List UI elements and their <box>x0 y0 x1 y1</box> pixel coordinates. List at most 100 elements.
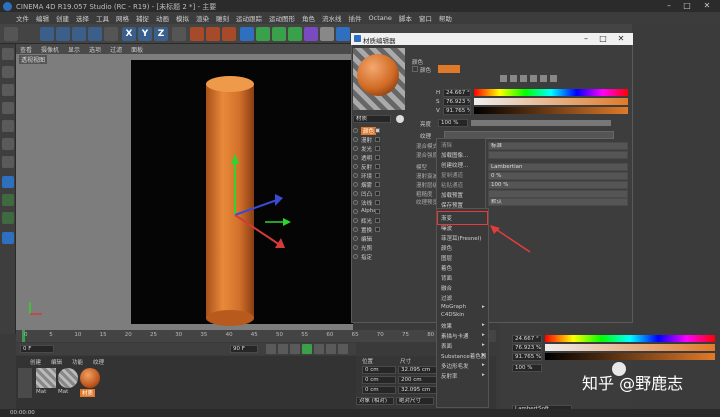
shader-menu-item[interactable]: 菲涅耳(Fresnel) <box>441 234 481 242</box>
attr-s-field[interactable]: 76.923 % <box>512 344 542 352</box>
property-field[interactable]: 默认 <box>488 198 628 206</box>
property-field[interactable]: 标准 <box>488 142 628 150</box>
minimize-button[interactable]: – <box>662 1 676 11</box>
property-field[interactable] <box>488 190 628 198</box>
saturation-slider[interactable] <box>474 98 628 105</box>
snap-icon[interactable] <box>2 212 14 224</box>
move-icon[interactable] <box>56 27 70 41</box>
brightness-field[interactable]: 100 % <box>438 119 468 127</box>
shader-menu-item[interactable]: 着色 <box>441 264 452 272</box>
enable-axis-icon[interactable] <box>2 176 14 188</box>
shader-menu-item[interactable]: 反射率 <box>441 372 458 380</box>
array-icon[interactable] <box>288 27 302 41</box>
channel-item[interactable]: 编辑 <box>361 235 372 243</box>
menu-character[interactable]: 角色 <box>302 13 315 23</box>
goto-start-icon[interactable] <box>266 344 276 354</box>
menu-sculpt[interactable]: 雕刻 <box>216 13 229 23</box>
camera-icon[interactable] <box>336 27 350 41</box>
material-menu-create[interactable]: 创建 <box>30 358 41 366</box>
dialog-minimize-button[interactable]: – <box>580 34 592 44</box>
render-view-icon[interactable] <box>190 27 204 41</box>
shader-menu-item[interactable]: 噪波 <box>441 224 452 232</box>
attr-v-field[interactable]: 91.765 % <box>512 353 542 361</box>
deformer-icon[interactable] <box>304 27 318 41</box>
menu-mograph[interactable]: 运动图形 <box>269 13 295 23</box>
channel-checkbox[interactable] <box>375 164 380 169</box>
render-settings-icon[interactable] <box>222 27 236 41</box>
attr-saturation-slider[interactable] <box>545 344 715 351</box>
shader-menu-item[interactable]: 表面 <box>441 342 452 350</box>
channel-item[interactable]: 指定 <box>361 253 372 261</box>
size-y-field[interactable]: 200 cm <box>398 376 438 384</box>
menu-animate[interactable]: 动画 <box>156 13 169 23</box>
channel-checkbox[interactable] <box>375 182 380 187</box>
coordinate-system-icon[interactable] <box>172 27 186 41</box>
y-axis-icon[interactable]: Y <box>138 27 152 41</box>
material-name-field[interactable]: 材质 <box>353 115 391 123</box>
channel-item[interactable]: 辉光 <box>361 217 372 225</box>
menu-edit[interactable]: 编辑 <box>36 13 49 23</box>
shader-menu-item[interactable]: 背面 <box>441 274 452 282</box>
menu-help[interactable]: 帮助 <box>439 13 452 23</box>
shader-menu-item[interactable]: MoGraph <box>441 304 466 310</box>
menu-simulate[interactable]: 模拟 <box>176 13 189 23</box>
menu-render[interactable]: 渲染 <box>196 13 209 23</box>
channel-item[interactable]: 烟雾 <box>361 181 372 189</box>
viewport-menu-display[interactable]: 显示 <box>68 45 80 54</box>
close-button[interactable]: ✕ <box>700 1 714 11</box>
prev-key-icon[interactable] <box>278 344 288 354</box>
channel-checkbox[interactable] <box>375 146 380 151</box>
channel-item[interactable]: 发光 <box>361 145 372 153</box>
viewport-menu-cameras[interactable]: 摄像机 <box>41 45 59 54</box>
pos-z-field[interactable]: 0 cm <box>362 386 396 394</box>
channel-item[interactable]: 光照 <box>361 244 372 252</box>
z-axis-icon[interactable]: Z <box>154 27 168 41</box>
make-editable-icon[interactable] <box>2 48 14 60</box>
x-axis-icon[interactable]: X <box>122 27 136 41</box>
size-x-field[interactable]: 32.095 cm <box>398 366 438 374</box>
subdivision-icon[interactable] <box>272 27 286 41</box>
menu-load-image[interactable]: 加载图像... <box>441 151 468 159</box>
attr-brightness-field[interactable]: 100 % <box>512 364 542 372</box>
menu-snap[interactable]: 捕捉 <box>136 13 149 23</box>
menu-mesh[interactable]: 网格 <box>116 13 129 23</box>
viewport-menu-view[interactable]: 查看 <box>20 45 32 54</box>
material-options-icon[interactable] <box>396 115 404 123</box>
size-mode-dropdown[interactable]: 绝对尺寸 <box>396 397 434 405</box>
viewport-menu-panel[interactable]: 面板 <box>131 45 143 54</box>
property-field[interactable]: 0 % <box>488 172 628 180</box>
workplane-icon[interactable] <box>2 102 14 114</box>
channel-item[interactable]: 反射 <box>361 163 372 171</box>
property-field[interactable] <box>488 151 628 159</box>
dialog-close-button[interactable]: ✕ <box>615 34 627 44</box>
menu-paste-channel[interactable]: 粘贴通道 <box>441 181 463 189</box>
undo-icon[interactable] <box>4 27 18 41</box>
points-mode-icon[interactable] <box>2 120 14 132</box>
menu-window[interactable]: 窗口 <box>419 13 432 23</box>
channel-item[interactable]: 环境 <box>361 172 372 180</box>
viewport-menu-filter[interactable]: 过滤 <box>110 45 122 54</box>
next-frame-icon[interactable] <box>314 344 324 354</box>
texture-mode-icon[interactable] <box>2 84 14 96</box>
channel-checkbox[interactable] <box>375 200 380 205</box>
h-field[interactable]: 24.667 ° <box>443 89 471 97</box>
shader-menu-item[interactable]: 融合 <box>441 284 452 292</box>
dialog-maximize-button[interactable]: □ <box>597 34 609 44</box>
channel-item[interactable]: 漫射 <box>361 136 372 144</box>
s-field[interactable]: 76.923 % <box>443 98 471 106</box>
channel-item[interactable]: 颜色 <box>361 127 377 135</box>
channel-checkbox[interactable] <box>375 218 380 223</box>
menu-copy-channel[interactable]: 复制通道 <box>441 171 463 179</box>
property-field[interactable]: Lambertian <box>488 163 628 171</box>
shader-menu-item[interactable]: 过滤 <box>441 294 452 302</box>
material-menu-texture[interactable]: 纹理 <box>93 358 104 366</box>
rotate-icon[interactable] <box>88 27 102 41</box>
edges-mode-icon[interactable] <box>2 138 14 150</box>
material-menu-edit[interactable]: 编辑 <box>51 358 62 366</box>
shader-menu-c4dskin[interactable]: C4DSkin <box>441 312 464 318</box>
pen-icon[interactable] <box>256 27 270 41</box>
recent-tool-icon[interactable] <box>104 27 118 41</box>
end-frame-field[interactable]: 90 F <box>230 345 258 353</box>
coord-mode-dropdown[interactable]: 对象 (相对) <box>356 397 394 405</box>
tweak-icon[interactable] <box>2 194 14 206</box>
